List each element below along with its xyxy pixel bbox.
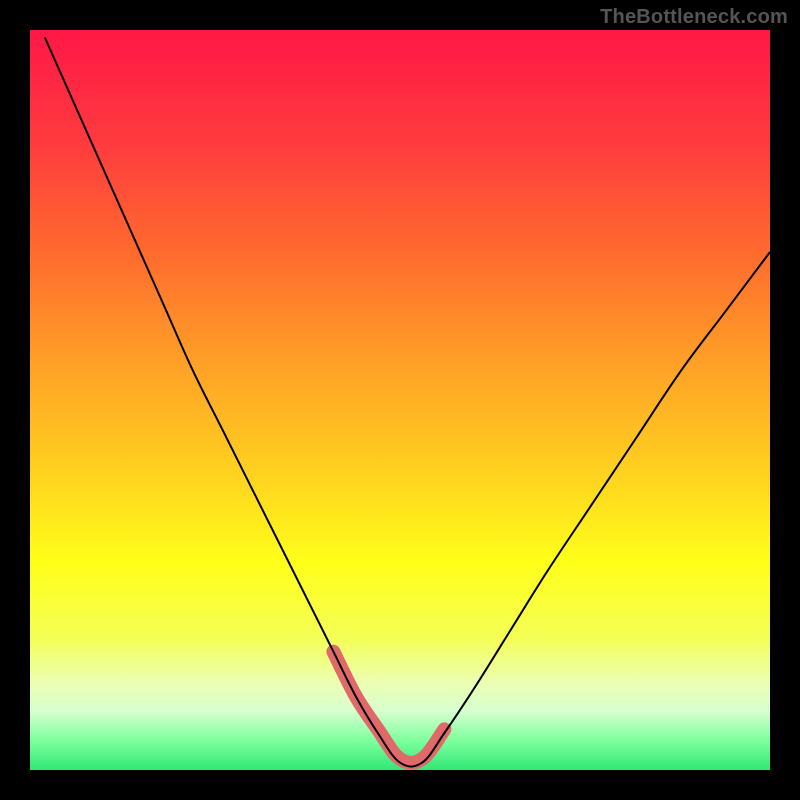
bottleneck-chart [0, 0, 800, 800]
gradient-background [30, 30, 770, 770]
chart-frame: TheBottleneck.com [0, 0, 800, 800]
watermark-text: TheBottleneck.com [600, 6, 788, 29]
